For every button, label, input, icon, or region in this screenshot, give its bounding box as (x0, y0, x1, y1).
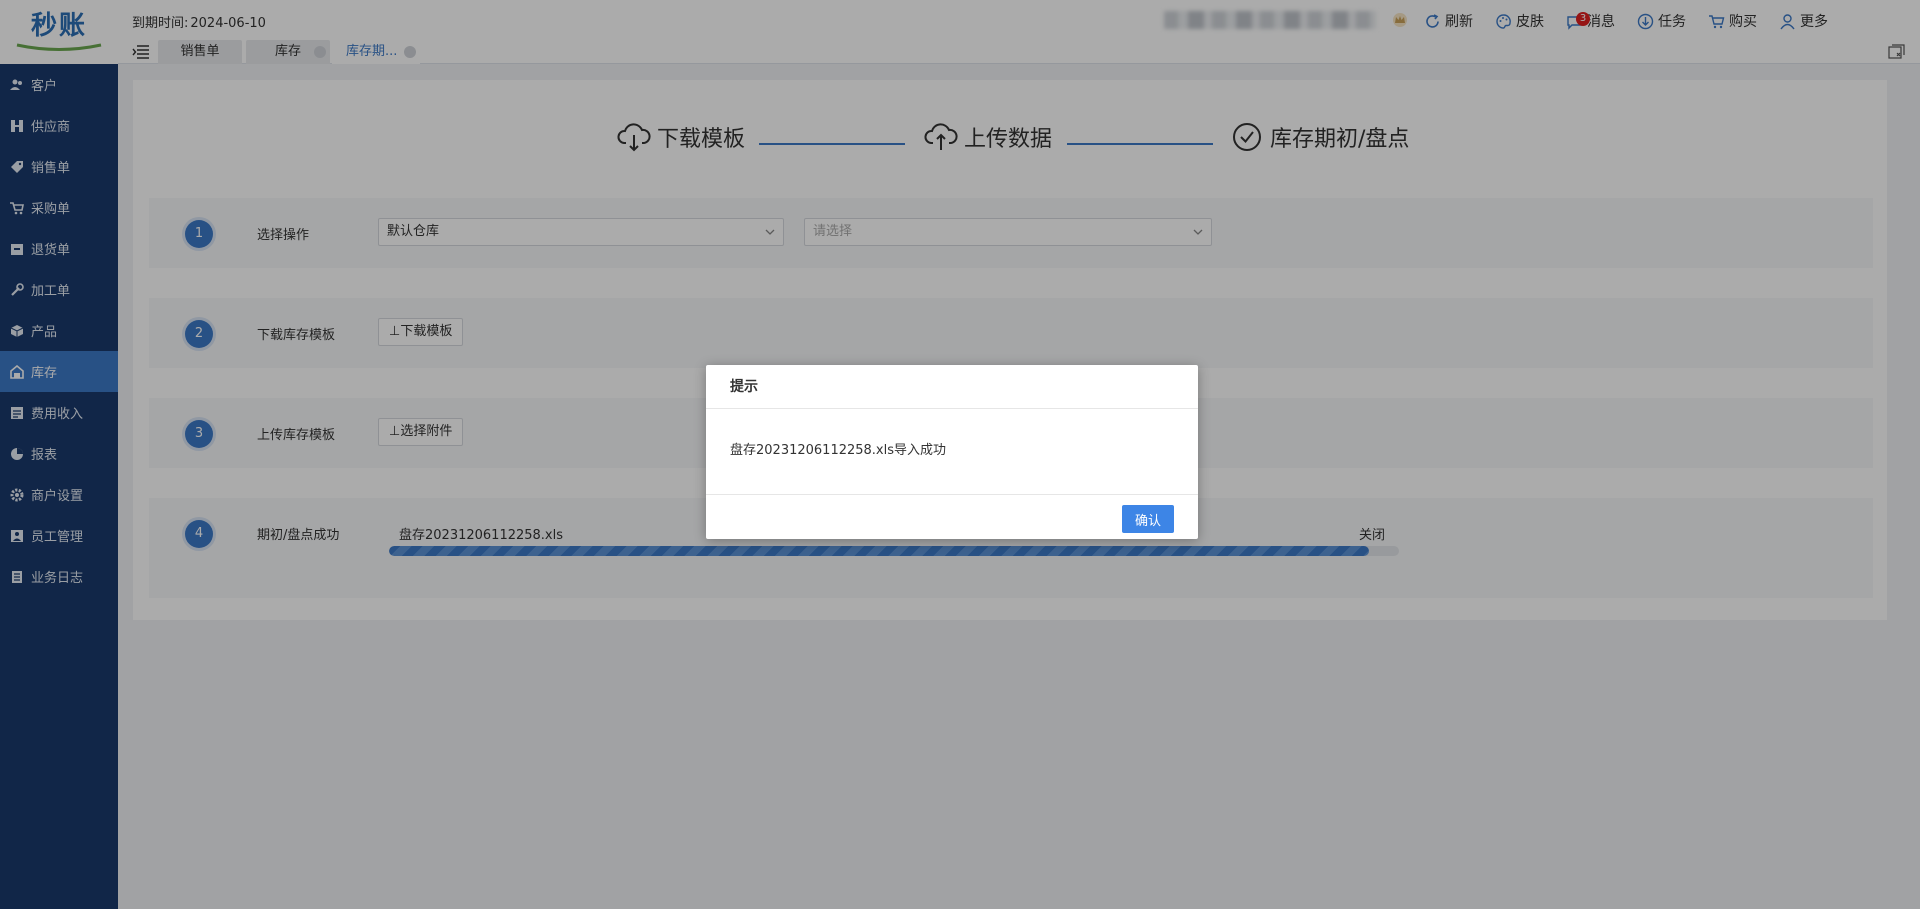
confirm-button[interactable]: 确认 (1122, 505, 1174, 533)
dialog-message: 盘存20231206112258.xls导入成功 (706, 409, 1198, 495)
dialog-title: 提示 (706, 365, 1198, 409)
dialog-footer: 确认 (706, 495, 1198, 539)
notice-dialog: 提示 盘存20231206112258.xls导入成功 确认 (706, 365, 1198, 539)
